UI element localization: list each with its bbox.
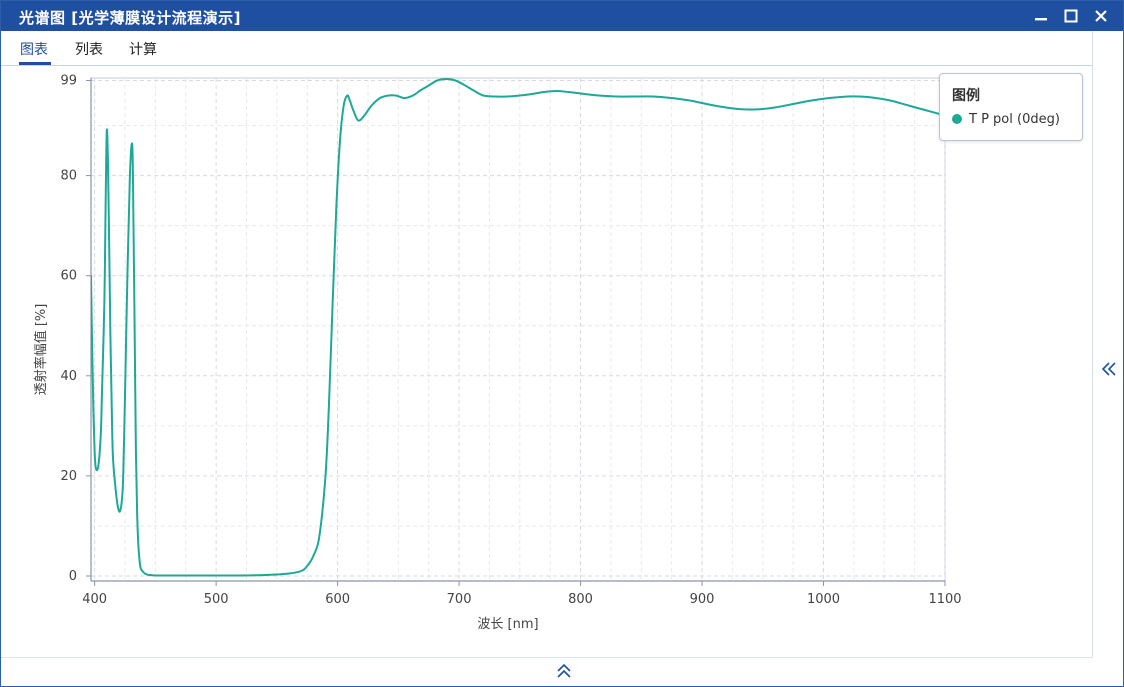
x-tick-label: 800 [568,592,593,607]
y-tick-label: 20 [60,469,77,484]
bottom-panel [1,657,1093,686]
double-chevron-up-icon[interactable] [554,661,574,681]
y-tick-label: 40 [60,369,77,384]
tab-list[interactable]: 列表 [75,39,103,59]
x-tick-label: 700 [447,592,472,607]
minimize-icon [1035,18,1047,21]
close-icon [1095,10,1107,22]
title-bar[interactable]: 光谱图 [光学薄膜设计流程演示] [1,1,1123,31]
maximize-button[interactable] [1057,3,1085,29]
double-chevron-left-icon[interactable] [1099,359,1119,379]
minimize-button[interactable] [1027,3,1055,29]
legend-title: 图例 [952,88,980,104]
x-tick-label: 400 [82,592,107,607]
tab-chart[interactable]: 图表 [20,39,48,59]
y-tick-label: 80 [60,169,77,184]
chart-legend: 图例 T P pol (0deg) [939,73,1083,141]
y-tick-label: 99 [60,74,77,89]
y-tick-label: 60 [60,269,77,284]
x-axis-title: 波长 [nm] [477,617,538,632]
legend-item-t-p-pol[interactable]: T P pol (0deg) [952,112,1060,127]
tab-calculate[interactable]: 计算 [129,39,157,59]
right-side-panel [1092,31,1123,686]
x-tick-label: 600 [325,592,350,607]
plot-area [90,77,946,582]
maximize-icon [1064,9,1078,23]
spectrum-chart: 400 500 600 700 800 900 1000 1100 0 20 40 60 80 99 波长 … [33,74,962,632]
close-button[interactable] [1087,3,1115,29]
x-tick-label: 900 [690,592,715,607]
y-tick-label: 0 [69,569,77,584]
window-title: 光谱图 [光学薄膜设计流程演示] [19,9,241,27]
spectrum-window: 光谱图 [光学薄膜设计流程演示] 图表 列表 计算 400 500 600 700 80… [0,0,1124,687]
x-tick-label: 500 [204,592,229,607]
legend-marker [952,114,962,124]
view-tabs: 图表 列表 计算 [1,31,1093,66]
legend-item-label: T P pol (0deg) [969,112,1060,127]
x-tick-label: 1000 [807,592,840,607]
x-tick-label: 1100 [928,592,961,607]
y-axis-title: 透射率幅值 [%] [33,304,49,396]
